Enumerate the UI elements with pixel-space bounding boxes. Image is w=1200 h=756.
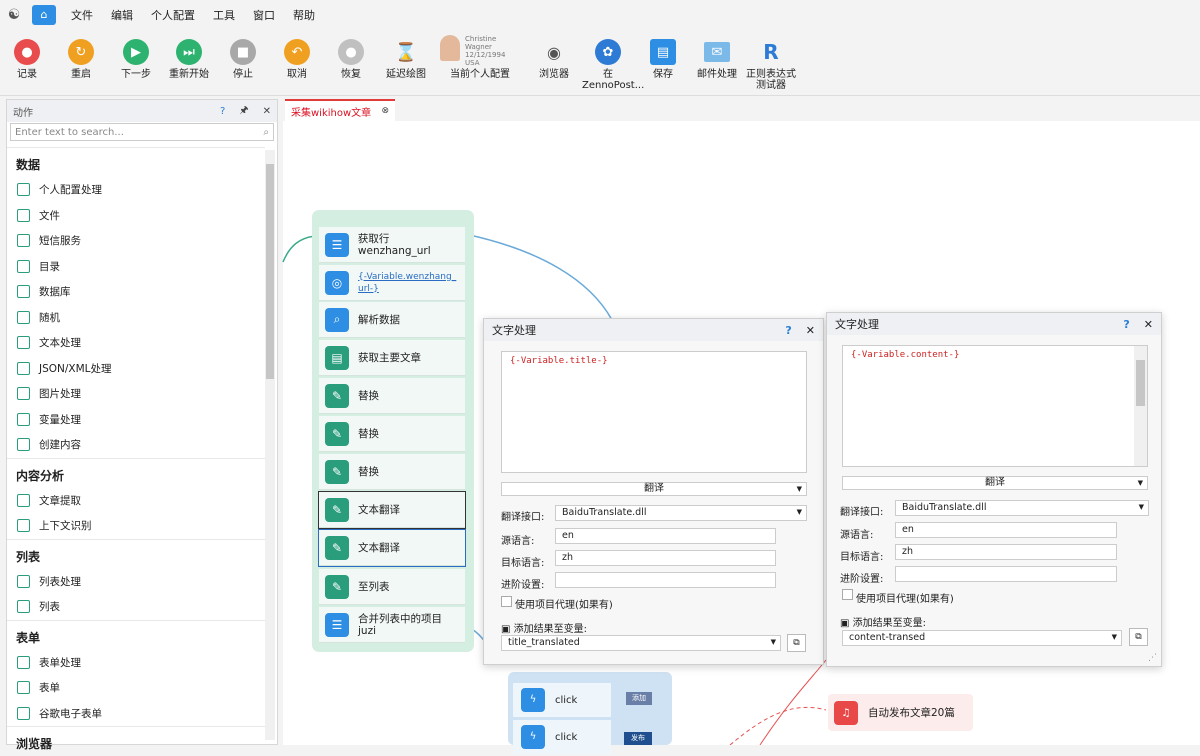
click-tag-add: 添加 [626,692,652,705]
globe-icon: ◎ [325,270,349,295]
click-action-block[interactable]: ϟ click [513,720,611,754]
click-tag-publish: 发布 [624,732,652,745]
source-language-label: 源语言: [840,530,874,541]
use-proxy-label: 使用项目代理(如果有) [515,600,613,611]
action-block[interactable]: ▤ 获取主要文章 [319,340,465,376]
pencil-icon: ✎ [325,421,349,446]
click-action-block[interactable]: ϟ click [513,683,611,717]
article-icon: ▤ [325,345,349,370]
editor-scrollbar[interactable] [1134,346,1147,466]
target-language-label: 目标语言: [840,552,884,563]
help-icon[interactable]: ? [1123,318,1129,331]
action-block-label: {-Variable.wenzhang_url-} [358,271,457,294]
pencil-icon: ✎ [325,383,349,408]
advanced-field[interactable] [895,566,1117,582]
action-block[interactable]: ✎ 至列表 [319,569,465,605]
dialog-header: 文字处理 ? ✕ [827,313,1161,335]
action-block-label: 获取行 wenzhang_url [357,232,431,257]
chevron-down-icon: ▼ [1138,503,1144,511]
api-label: 翻译接口: [501,512,545,523]
action-block-label: 解析数据 [358,313,400,326]
help-icon[interactable]: ? [785,324,791,337]
action-block[interactable]: ◎ {-Variable.wenzhang_url-} [319,265,465,301]
dialog-header: 文字处理 ? ✕ [484,319,823,341]
text-processing-dialog[interactable]: 文字处理 ? ✕ {-Variable.content-} 翻译 ▼ 翻译接口: … [826,312,1162,667]
action-block[interactable]: ☰ 获取行 wenzhang_url [319,227,465,263]
use-proxy-label: 使用项目代理(如果有) [856,594,954,605]
text-editor[interactable]: {-Variable.content-} [842,345,1148,467]
use-proxy-checkbox[interactable] [501,596,512,607]
bell-icon: ♫ [834,700,858,725]
lightning-icon: ϟ [521,688,545,712]
target-language-label: 目标语言: [501,558,545,569]
api-select[interactable]: BaiduTranslate.dll ▼ [895,500,1149,516]
source-language-label: 源语言: [501,536,535,547]
advanced-field[interactable] [555,572,776,588]
chevron-down-icon: ▼ [1111,633,1117,641]
action-block-label: 文本翻译 [358,541,400,554]
advanced-label: 进阶设置: [840,574,884,585]
save-result-label: ▣ 添加结果至变量: [501,624,588,635]
action-block-label: 获取主要文章 [358,351,421,364]
pencil-icon: ✎ [325,574,349,599]
action-block[interactable]: ✎ 文本翻译 [318,491,466,529]
action-block-label: 至列表 [358,580,390,593]
resize-grip-icon[interactable]: ⋰ [1148,653,1157,663]
close-icon[interactable]: ✕ [806,324,815,337]
api-label: 翻译接口: [840,507,884,518]
result-variable-select[interactable]: title_translated ▼ [501,635,781,651]
action-block-label: 合并列表中的项目 juzi [358,612,442,637]
mode-select[interactable]: 翻译 ▼ [842,476,1148,490]
action-block-label: 文本翻译 [358,503,400,516]
action-block-label: 替换 [358,389,379,402]
copy-button[interactable]: ⧉ [787,634,806,652]
chevron-down-icon: ▼ [770,638,776,646]
copy-icon: ⧉ [1135,632,1142,642]
chevron-down-icon: ▼ [796,485,802,493]
advanced-label: 进阶设置: [501,580,545,591]
notification-block[interactable]: ♫ 自动发布文章20篇 [828,694,973,731]
lightning-icon: ϟ [521,725,545,749]
result-variable-select[interactable]: content-transed ▼ [842,630,1122,646]
floppy-icon: ▣ [501,624,511,635]
action-block-label: 替换 [358,427,379,440]
action-block[interactable]: ✎ 替换 [319,454,465,490]
action-block-label: 替换 [358,465,379,478]
action-block[interactable]: ☰ 合并列表中的项目 juzi [319,607,465,643]
target-language-field[interactable]: zh [895,544,1117,560]
source-language-field[interactable]: en [895,522,1117,538]
dialog-title: 文字处理 [492,324,536,337]
use-proxy-checkbox[interactable] [842,589,853,600]
target-language-field[interactable]: zh [555,550,776,566]
chevron-down-icon: ▼ [1137,479,1143,487]
mode-select[interactable]: 翻译 ▼ [501,482,807,496]
chevron-down-icon: ▼ [796,508,802,516]
text-editor[interactable]: {-Variable.title-} [501,351,807,473]
copy-icon: ⧉ [793,638,800,648]
list-icon: ☰ [325,612,349,637]
search-icon: ⌕ [325,307,349,332]
copy-button[interactable]: ⧉ [1129,628,1148,646]
text-processing-dialog[interactable]: 文字处理 ? ✕ {-Variable.title-} 翻译 ▼ 翻译接口: Ba… [483,318,824,665]
list-icon: ☰ [325,232,349,257]
action-block[interactable]: ⌕ 解析数据 [319,302,465,338]
dialog-title: 文字处理 [835,318,879,331]
api-select[interactable]: BaiduTranslate.dll ▼ [555,505,807,521]
action-block[interactable]: ✎ 替换 [319,416,465,452]
action-block[interactable]: ✎ 文本翻译 [318,529,466,567]
pencil-icon: ✎ [325,535,349,560]
source-language-field[interactable]: en [555,528,776,544]
action-block[interactable]: ✎ 替换 [319,378,465,414]
floppy-icon: ▣ [840,618,850,629]
pencil-icon: ✎ [325,459,349,484]
save-result-label: ▣ 添加结果至变量: [840,618,927,629]
pencil-icon: ✎ [325,497,349,522]
close-icon[interactable]: ✕ [1144,318,1153,331]
